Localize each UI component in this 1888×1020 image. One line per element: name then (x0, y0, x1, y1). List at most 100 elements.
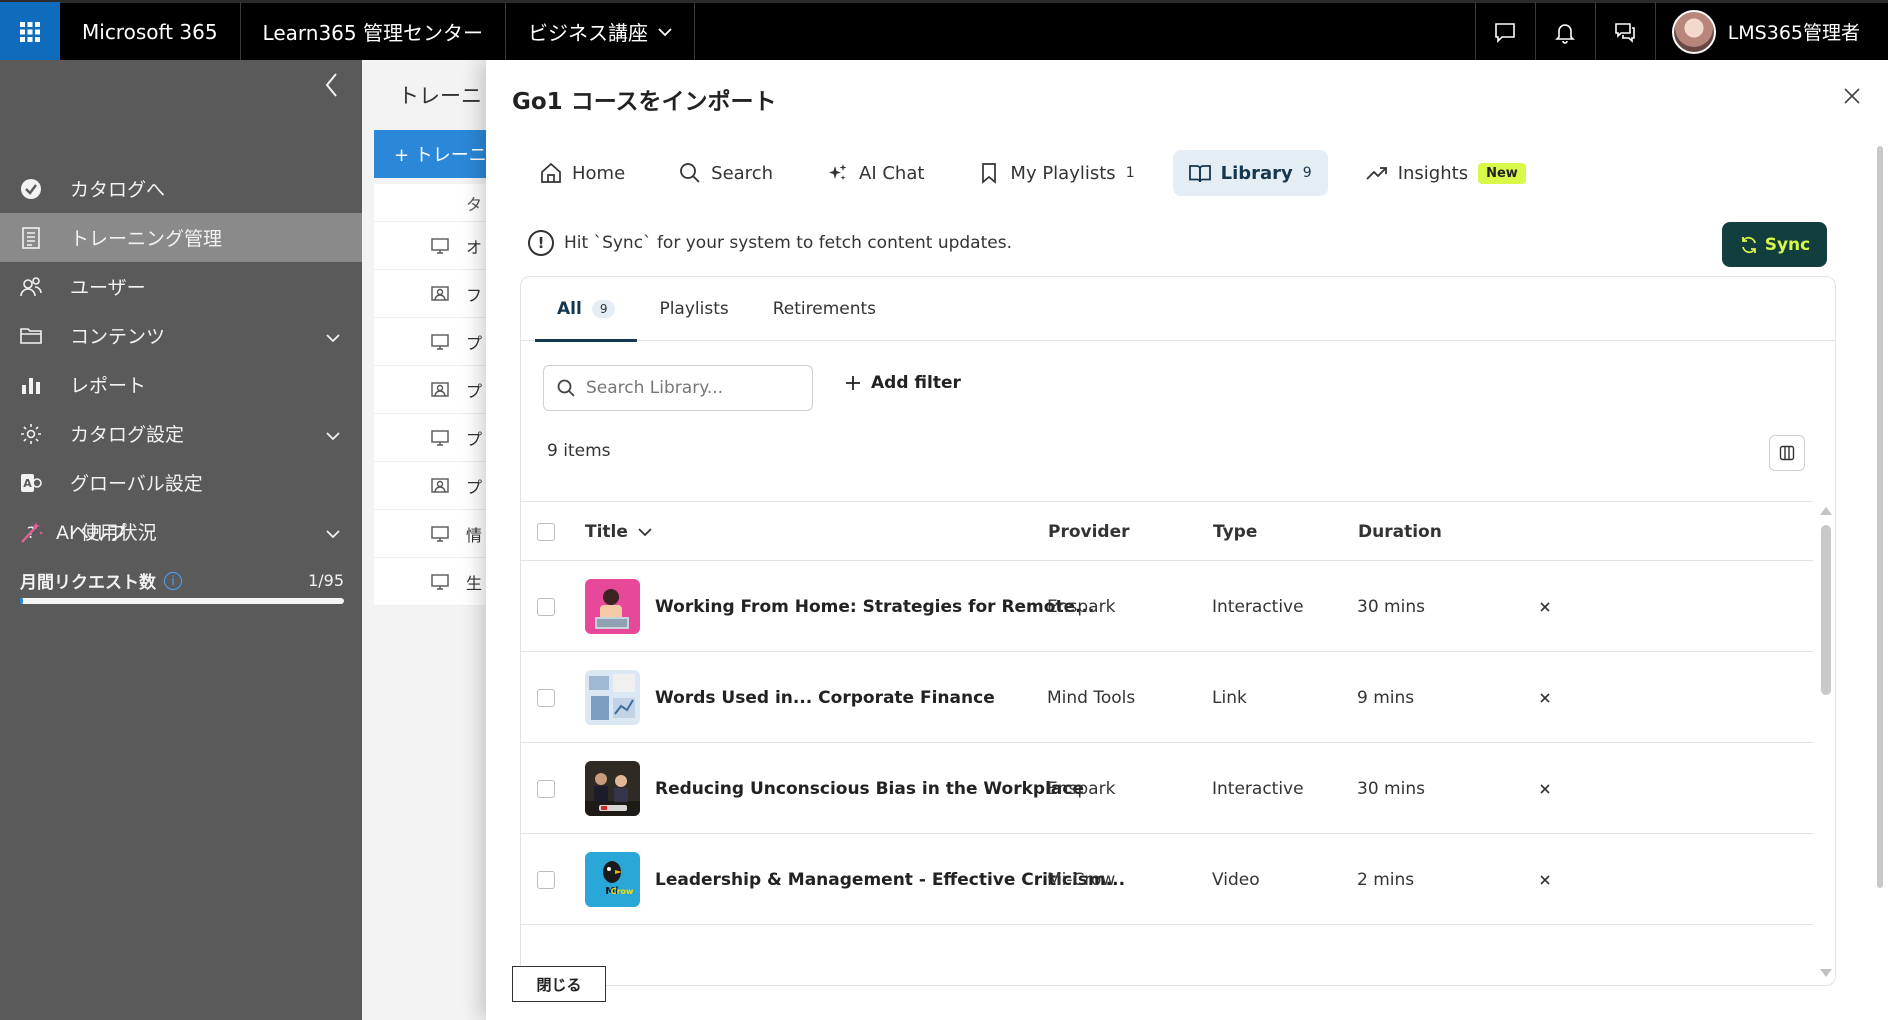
sidebar-item-2[interactable]: ユーザー (0, 262, 362, 311)
expand-caret[interactable] (326, 326, 344, 344)
training-list-row[interactable]: フ (374, 270, 486, 318)
chat-button[interactable] (1474, 1, 1535, 62)
monitor-icon (431, 573, 449, 590)
user-menu[interactable]: LMS365管理者 (1654, 1, 1888, 62)
sparkle-icon (829, 164, 847, 181)
tab-retirements[interactable]: Retirements (751, 277, 898, 341)
sidebar-item-5[interactable]: カタログ設定 (0, 409, 362, 458)
scroll-down-arrow-icon[interactable] (1820, 969, 1832, 977)
mi-crow-thumbnail: Mi Crow (585, 852, 640, 907)
add-filter-label: Add filter (871, 373, 961, 393)
table-row[interactable]: Working From Home: Strategies for Remote… (521, 561, 1813, 652)
go1-nav-insights[interactable]: Insights New (1350, 150, 1542, 196)
row-title[interactable]: Reducing Unconscious Bias in the Workpla… (655, 743, 1084, 834)
remove-row-button[interactable] (1538, 834, 1552, 925)
sidebar-item-icon (18, 274, 44, 300)
add-filter-button[interactable]: Add filter (843, 373, 961, 393)
close-button[interactable]: 閉じる (512, 966, 606, 1002)
columns-button[interactable] (1769, 435, 1805, 471)
admin-center-name[interactable]: Learn365 管理センター (241, 1, 506, 62)
feedback-button[interactable] (1594, 1, 1655, 62)
classroom-icon (431, 381, 449, 397)
training-list-header: タ (374, 184, 486, 222)
training-row-label: 生 (466, 573, 483, 593)
select-all-checkbox[interactable] (537, 523, 555, 541)
sidebar-item-label: カタログへ (70, 179, 166, 201)
search-input[interactable] (586, 378, 806, 398)
expand-caret[interactable] (326, 522, 344, 540)
row-type: Interactive (1212, 596, 1304, 617)
training-list-row[interactable]: 生 (374, 558, 486, 606)
panel-scrollbar[interactable] (1876, 138, 1884, 938)
training-list-row[interactable]: オ (374, 222, 486, 270)
sidebar-item-label: コンテンツ (70, 326, 166, 348)
row-provider: Enspark (1047, 778, 1116, 799)
go1-nav-my-playlists[interactable]: My Playlists 1 (962, 150, 1150, 196)
magic-wand-icon (21, 521, 43, 543)
remove-row-button[interactable] (1538, 561, 1552, 652)
sidebar-item-icon (18, 225, 44, 251)
table-row[interactable]: Mi Crow Leadership & Management - Effectiv… (521, 834, 1813, 925)
sidebar-item-label: カタログ設定 (70, 424, 185, 446)
collapse-sidebar-icon[interactable] (320, 70, 344, 100)
tab-all[interactable]: All 9 (535, 277, 638, 342)
training-list-row[interactable]: プ (374, 462, 486, 510)
ai-usage-link[interactable]: AI 使用状況 (18, 518, 157, 545)
remove-row-button[interactable] (1538, 652, 1552, 743)
sidebar-item-6[interactable]: A グローバル設定 (0, 458, 362, 507)
remove-row-button[interactable] (1538, 743, 1552, 834)
remove-icon (1540, 874, 1550, 885)
expand-caret[interactable] (326, 424, 344, 442)
folder-icon (20, 327, 42, 344)
row-title[interactable]: Working From Home: Strategies for Remote… (655, 561, 1095, 652)
table-scrollbar[interactable] (1819, 507, 1833, 977)
go1-nav-count: 1 (1125, 165, 1135, 181)
training-row-label: オ (466, 237, 483, 257)
row-type: Interactive (1212, 778, 1304, 799)
training-list-row[interactable]: プ (374, 366, 486, 414)
training-list-row[interactable]: プ (374, 318, 486, 366)
close-icon[interactable] (1842, 86, 1862, 106)
sidebar-item-4[interactable]: レポート (0, 360, 362, 409)
classroom-icon (431, 477, 449, 493)
chat-icon (1495, 22, 1515, 43)
sidebar-item-0[interactable]: カタログへ (0, 164, 362, 213)
go1-nav-home[interactable]: Home (524, 150, 641, 196)
info-icon[interactable]: i (164, 571, 182, 590)
row-duration: 30 mins (1357, 778, 1425, 799)
go1-nav-library[interactable]: Library 9 (1172, 150, 1328, 196)
row-checkbox[interactable] (537, 779, 555, 798)
course-selector[interactable]: ビジネス講座 (506, 1, 695, 62)
title-column-header[interactable]: Title (585, 502, 652, 562)
row-checkbox[interactable] (537, 688, 555, 707)
sidebar-item-1[interactable]: トレーニング管理 (0, 213, 362, 262)
training-list-row[interactable]: プ (374, 414, 486, 462)
sidebar-item-3[interactable]: コンテンツ (0, 311, 362, 360)
go1-nav-search[interactable]: Search (663, 150, 789, 196)
app-name[interactable]: Microsoft 365 (60, 1, 241, 62)
remove-icon (1540, 783, 1550, 794)
scroll-up-arrow-icon[interactable] (1820, 507, 1832, 515)
row-title[interactable]: Words Used in... Corporate Finance (655, 652, 995, 743)
go1-nav-ai-chat[interactable]: AI Chat (811, 150, 940, 196)
app-launcher-button[interactable] (0, 1, 60, 62)
library-search[interactable] (543, 365, 813, 411)
table-scrollbar-thumb[interactable] (1821, 525, 1831, 695)
new-training-button[interactable]: + トレーニ (374, 130, 486, 178)
row-checkbox[interactable] (537, 597, 555, 616)
remote-work-thumbnail (585, 579, 640, 634)
row-checkbox[interactable] (537, 870, 555, 889)
training-row-label: プ (466, 333, 483, 353)
training-list-row[interactable]: 情 (374, 510, 486, 558)
type-column-header: Type (1213, 522, 1258, 542)
sync-button[interactable]: Sync (1722, 222, 1827, 267)
table-row[interactable]: Reducing Unconscious Bias in the Workpla… (521, 743, 1813, 834)
panel-scrollbar-thumb[interactable] (1877, 146, 1883, 888)
table-row[interactable]: Words Used in... Corporate Finance Mind T… (521, 652, 1813, 743)
notifications-button[interactable] (1534, 1, 1595, 62)
refresh-icon (1741, 236, 1756, 253)
row-provider: Mi-Crow (1047, 869, 1116, 890)
go1-nav-count: 9 (1302, 165, 1312, 181)
remove-icon (1540, 692, 1550, 703)
tab-playlists[interactable]: Playlists (637, 277, 750, 341)
